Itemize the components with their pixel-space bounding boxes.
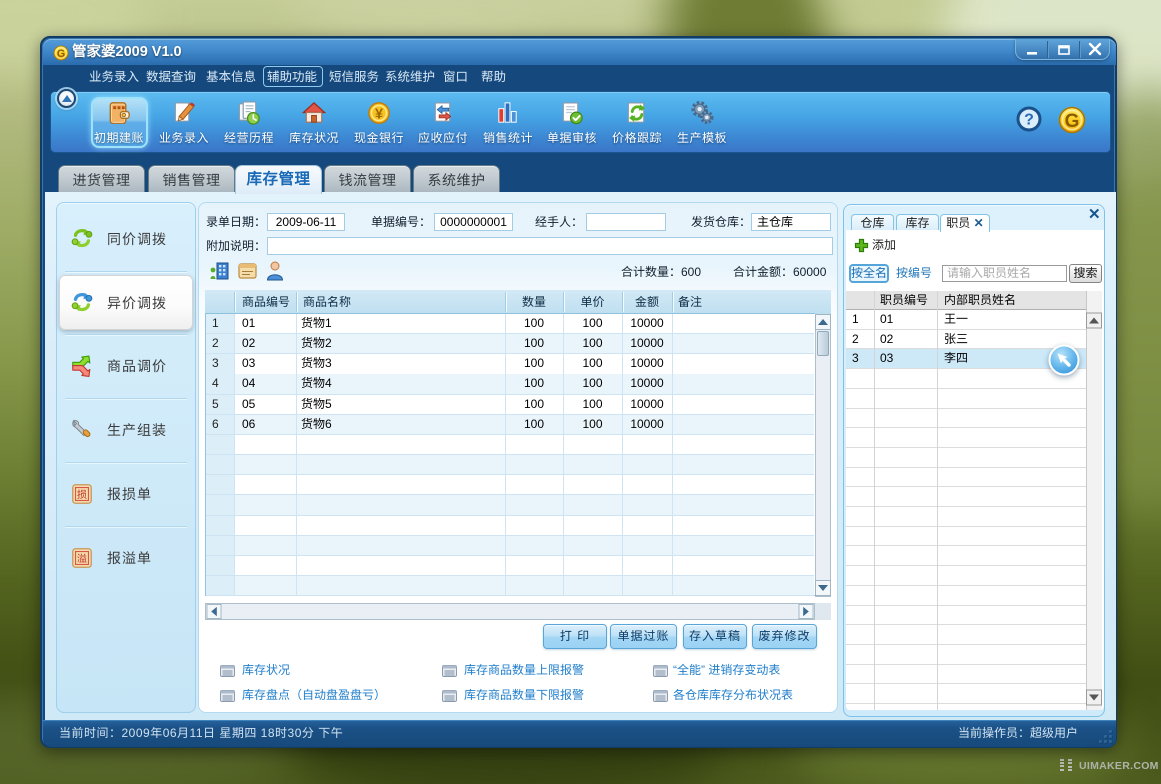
svg-text:¥: ¥ [375,106,383,122]
svg-text:?: ? [1024,112,1034,129]
svg-text:损: 损 [77,486,87,501]
svg-text:G: G [1065,111,1080,132]
svg-text:G: G [57,48,65,60]
svg-text:溢: 溢 [77,550,87,565]
